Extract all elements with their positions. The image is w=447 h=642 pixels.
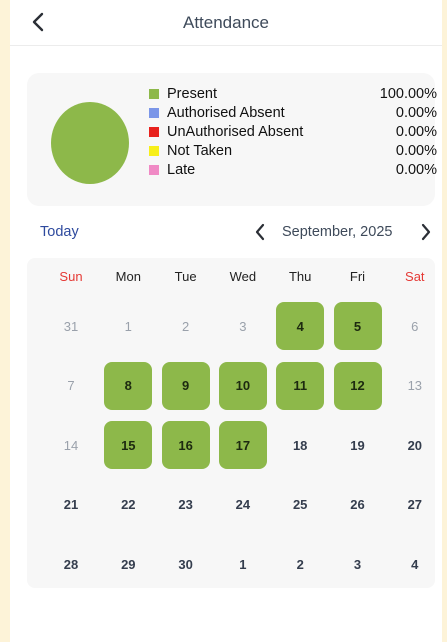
legend-label: Not Taken	[167, 143, 233, 159]
calendar-day[interactable]: 30	[162, 540, 210, 588]
calendar-day-present[interactable]: 17	[218, 421, 267, 469]
calendar-day[interactable]: 2	[276, 540, 324, 588]
attendance-pie-chart	[51, 102, 129, 184]
calendar-day-present[interactable]: 15	[104, 421, 153, 469]
month-label: September, 2025	[282, 224, 393, 240]
calendar-day-present[interactable]: 11	[276, 361, 325, 410]
calendar-day[interactable]: 4	[391, 540, 439, 588]
calendar-day[interactable]: 23	[162, 481, 210, 529]
calendar-day[interactable]: 14	[47, 421, 95, 469]
calendar-day[interactable]: 3	[219, 302, 267, 350]
legend-label: Present	[167, 86, 217, 102]
calendar-day-present[interactable]: 8	[104, 361, 153, 410]
calendar-day[interactable]: 26	[334, 481, 382, 529]
legend-row: Not Taken 0.00%	[149, 142, 437, 161]
attendance-legend: Present 100.00% Authorised Absent 0.00% UnAu…	[149, 85, 437, 180]
calendar-day[interactable]: 7	[47, 362, 95, 410]
calendar-day[interactable]: 20	[391, 421, 439, 469]
calendar-day[interactable]: 31	[47, 302, 95, 350]
page-title: Attendance	[182, 13, 269, 32]
weekday-header: Sun	[59, 269, 83, 284]
calendar-day-present[interactable]: 10	[218, 361, 267, 410]
calendar-day[interactable]: 28	[47, 540, 95, 588]
calendar-day[interactable]: 1	[219, 540, 267, 588]
attendance-screen: Attendance Present 100.00% Authorised Abse…	[10, 0, 442, 642]
calendar-day-present[interactable]: 4	[276, 302, 325, 350]
calendar-grid: Sun Mon Tue Wed Thu Fri Sat 31 1 2 3 4 5 6 7 8 9 10 11 12 13…	[27, 258, 435, 588]
weekday-header: Mon	[115, 269, 141, 284]
calendar-day[interactable]: 25	[276, 481, 324, 529]
weekday-header: Sat	[405, 269, 425, 284]
legend-swatch	[149, 165, 159, 175]
calendar-day[interactable]: 3	[334, 540, 382, 588]
legend-swatch	[149, 146, 159, 156]
calendar-navigation: Today September, 2025	[10, 218, 442, 246]
calendar-day[interactable]: 29	[104, 540, 152, 588]
calendar-day[interactable]: 27	[391, 481, 439, 529]
legend-value: 0.00%	[395, 105, 437, 121]
chevron-right-icon[interactable]	[417, 221, 435, 243]
weekday-header: Fri	[349, 269, 366, 284]
legend-swatch	[149, 89, 159, 99]
calendar-day[interactable]: 13	[391, 362, 439, 410]
calendar-day[interactable]: 22	[104, 481, 152, 529]
calendar-day[interactable]: 24	[219, 481, 267, 529]
calendar-day-present[interactable]: 9	[161, 361, 210, 410]
calendar-day[interactable]: 19	[334, 421, 382, 469]
calendar-day-present[interactable]: 5	[333, 302, 382, 350]
legend-value: 100.00%	[379, 86, 437, 102]
chevron-left-icon[interactable]	[251, 221, 269, 243]
attendance-summary-card: Present 100.00% Authorised Absent 0.00% UnAu…	[27, 73, 437, 206]
legend-label: UnAuthorised Absent	[167, 124, 304, 140]
legend-swatch	[149, 127, 159, 137]
legend-row: UnAuthorised Absent 0.00%	[149, 123, 437, 142]
calendar-day[interactable]: 6	[391, 302, 439, 350]
legend-value: 0.00%	[395, 124, 437, 140]
legend-value: 0.00%	[395, 143, 437, 159]
legend-label: Late	[167, 162, 196, 178]
calendar-day[interactable]: 21	[47, 481, 95, 529]
calendar-day-present[interactable]: 12	[333, 361, 382, 410]
top-bar: Attendance	[10, 0, 442, 46]
calendar-day-present[interactable]: 16	[161, 421, 210, 469]
legend-value: 0.00%	[395, 162, 437, 178]
legend-swatch	[149, 108, 159, 118]
legend-row: Late 0.00%	[149, 161, 437, 180]
calendar-day[interactable]: 1	[104, 302, 152, 350]
today-button[interactable]: Today	[40, 224, 79, 240]
calendar-day[interactable]: 18	[276, 421, 324, 469]
legend-row: Present 100.00%	[149, 85, 437, 104]
weekday-header: Tue	[174, 269, 197, 284]
legend-label: Authorised Absent	[167, 105, 285, 121]
weekday-header: Wed	[229, 269, 257, 284]
weekday-header: Thu	[288, 269, 312, 284]
calendar-day[interactable]: 2	[162, 302, 210, 350]
legend-row: Authorised Absent 0.00%	[149, 104, 437, 123]
